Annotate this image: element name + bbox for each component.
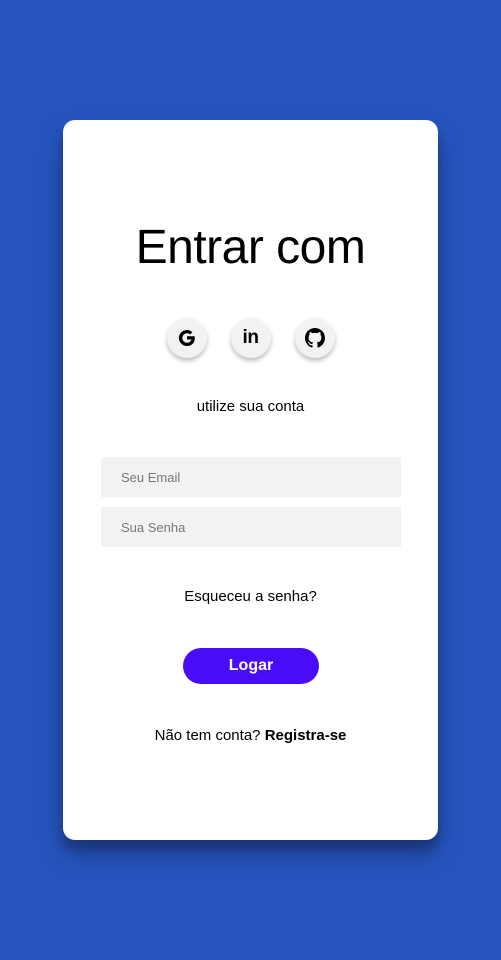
- no-account-text: Não tem conta?: [154, 727, 261, 744]
- github-login-button[interactable]: [294, 318, 335, 358]
- subtitle: utilize sua conta: [196, 398, 305, 415]
- google-login-button[interactable]: [166, 318, 207, 358]
- password-field[interactable]: [101, 507, 401, 547]
- google-icon: [177, 328, 197, 348]
- email-field[interactable]: [101, 457, 401, 497]
- signup-prompt: Não tem conta? Registra-se: [63, 727, 438, 744]
- login-card: Entrar com in utilize sua conta Esqueceu…: [63, 120, 438, 840]
- linkedin-login-button[interactable]: in: [230, 318, 271, 358]
- page-title: Entrar com: [135, 221, 366, 274]
- login-button[interactable]: Logar: [183, 648, 319, 684]
- social-login-group: in: [63, 318, 438, 358]
- signup-link[interactable]: Registra-se: [265, 727, 347, 744]
- github-icon: [304, 328, 325, 348]
- forgot-password-link[interactable]: Esqueceu a senha?: [63, 588, 438, 605]
- linkedin-icon: in: [242, 327, 259, 348]
